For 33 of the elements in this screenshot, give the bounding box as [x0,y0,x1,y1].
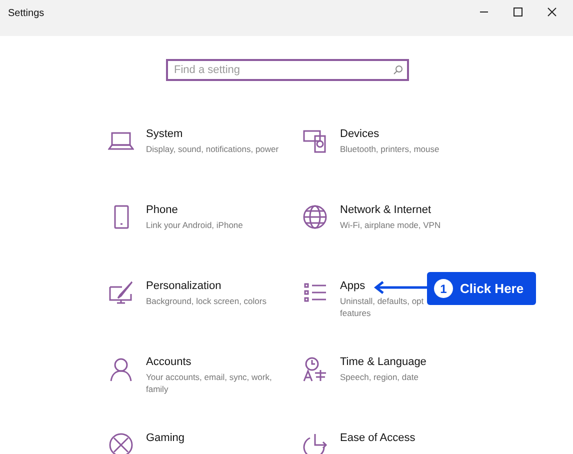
category-description: Background, lock screen, colors [146,295,266,307]
maximize-icon [513,7,523,17]
category-description: features [340,307,371,319]
window-title: Settings [7,7,44,21]
paint-brush-icon [108,280,134,306]
step-number: 1 [434,279,453,298]
category-description: Your accounts, email, sync, work, family [146,371,273,395]
search-field[interactable]: Find a setting [166,59,409,81]
category-link[interactable]: Devices [340,127,380,141]
category-description: Uninstall, defaults, opt [340,295,424,307]
category-link[interactable]: Time & Language [340,355,426,369]
circle-x-icon [108,432,134,454]
category-description: Speech, region, date [340,371,418,383]
category-link[interactable]: Accounts [146,355,192,369]
category-link[interactable]: Phone [146,203,178,217]
category-description: Wi-Fi, airplane mode, VPN [340,219,441,231]
clock-letter-icon [302,356,328,382]
category-description: Display, sound, notifications, power [146,143,279,155]
category-link[interactable]: System [146,127,183,141]
category-link[interactable]: Gaming [146,431,185,445]
category-link[interactable]: Network & Internet [340,203,432,217]
category-description: Bluetooth, printers, mouse [340,143,440,155]
dial-arrow-icon [302,432,328,454]
globe-icon [302,204,328,230]
keyboard-speaker-icon [302,128,328,154]
category-link[interactable]: Ease of Access [340,431,416,445]
close-icon [547,7,557,17]
callout-label: Click Here [460,280,524,298]
category-description: Link your Android, iPhone [146,219,243,231]
category-link[interactable]: Apps [340,279,366,293]
person-icon [108,356,134,382]
search-icon [393,65,403,75]
category-link[interactable]: Personalization [146,279,222,293]
